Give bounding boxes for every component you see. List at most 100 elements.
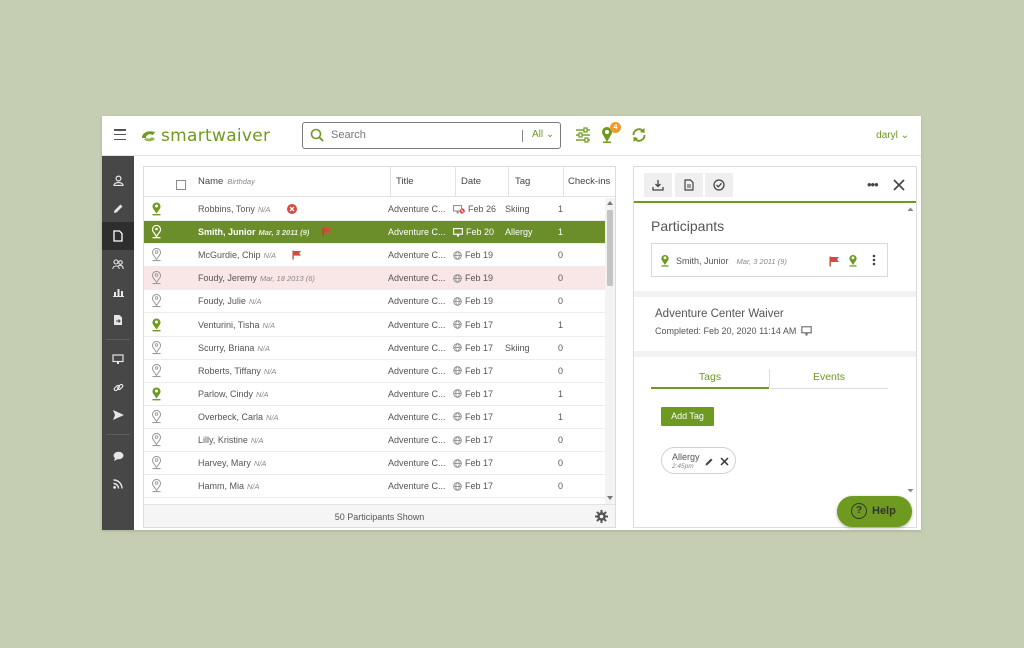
help-question-icon: ? — [851, 503, 867, 519]
refresh-icon[interactable] — [630, 126, 648, 144]
checked-in-pin-icon[interactable] — [151, 317, 162, 332]
logo-text: smartwaiver — [161, 126, 271, 146]
check-in-pin-icon[interactable] — [151, 456, 162, 470]
tab-tags[interactable]: Tags — [651, 367, 769, 389]
table-row[interactable]: Smith, Junior Mar, 3 2011 (9) Adventure C.… — [144, 221, 605, 245]
checked-in-pin-icon[interactable] — [151, 202, 162, 216]
search-input[interactable] — [331, 126, 511, 144]
check-in-pin-icon[interactable] — [151, 479, 162, 493]
waiver-title-cell: Adventure C... — [388, 342, 446, 353]
list-scrollbar[interactable] — [605, 198, 615, 504]
view-document-button[interactable] — [675, 173, 703, 197]
participant-name: Roberts, Tiffany N/A — [198, 365, 277, 376]
table-row[interactable]: McGurdie, Chip N/A Adventure C... Feb 19 0 — [144, 244, 605, 268]
table-row[interactable]: Foudy, Julie N/A Adventure C... Feb 19 0 — [144, 290, 605, 314]
sidebar-item-participants[interactable] — [102, 166, 134, 194]
flag-icon[interactable] — [322, 227, 332, 237]
edit-tag-pencil-icon[interactable] — [705, 457, 714, 466]
participant-card[interactable]: Smith, Junior Mar, 3 2011 (9) — [651, 243, 888, 277]
logo[interactable]: smartwaiver — [140, 124, 270, 148]
check-in-pin-icon[interactable] — [151, 294, 162, 308]
table-body: Robbins, Tony N/A Adventure C... Feb 26 Skii… — [144, 198, 605, 504]
tab-events[interactable]: Events — [770, 367, 888, 389]
participant-name: Venturini, Tisha N/A — [198, 319, 276, 330]
column-header-title[interactable]: Title — [396, 176, 414, 187]
check-in-pin-icon[interactable] — [151, 340, 162, 355]
flag-icon[interactable] — [292, 250, 302, 260]
date-cell: Feb 26 — [453, 204, 496, 214]
sidebar-item-feed[interactable] — [102, 470, 134, 498]
column-header-name[interactable]: Name Birthday — [198, 176, 255, 187]
table-row[interactable]: Robbins, Tony N/A Adventure C... Feb 26 Skii… — [144, 198, 605, 221]
check-in-pin-icon[interactable] — [151, 409, 162, 424]
checkin-pin-icon[interactable] — [848, 254, 858, 267]
checkin-pin-icon[interactable] — [660, 254, 670, 267]
check-in-pin-icon[interactable] — [151, 248, 162, 262]
help-button[interactable]: ? Help — [837, 496, 912, 527]
checked-in-pin-icon[interactable] — [151, 225, 162, 239]
checkins-cell: 0 — [558, 296, 564, 307]
select-all-checkbox[interactable] — [176, 180, 186, 190]
sidebar-divider — [106, 339, 130, 340]
close-icon[interactable] — [892, 178, 906, 192]
column-header-tag[interactable]: Tag — [515, 176, 530, 187]
check-in-pin-icon[interactable] — [151, 433, 162, 447]
participants-count: 50 Participants Shown — [334, 512, 425, 522]
sidebar-item-send[interactable] — [102, 401, 134, 429]
sidebar-item-edit[interactable] — [102, 194, 134, 222]
table-row[interactable]: Parlow, Cindy N/A Adventure C... Feb 17 1 — [144, 383, 605, 406]
download-button[interactable] — [644, 173, 672, 197]
participant-birthday: N/A — [266, 412, 279, 422]
more-options-icon[interactable]: ••• — [867, 177, 879, 192]
table-row[interactable]: Foudy, Jeremy Mar, 18 2013 (6) Adventure C… — [144, 267, 605, 291]
scrollbar-thumb[interactable] — [607, 210, 613, 286]
check-in-pin-icon[interactable] — [151, 363, 162, 378]
table-row[interactable]: Lilly, Kristine N/A Adventure C... Feb 17 0 — [144, 429, 605, 452]
participant-birthday: N/A — [257, 205, 271, 214]
participant-name: Foudy, Julie N/A — [198, 296, 262, 307]
filter-sliders-icon[interactable] — [574, 126, 592, 144]
table-row[interactable]: Roberts, Tiffany N/A Adventure C... Feb 17 0 — [144, 360, 605, 383]
remove-tag-close-icon[interactable] — [720, 457, 729, 466]
verify-button[interactable] — [705, 173, 733, 197]
waiver-title-cell: Adventure C... — [388, 365, 446, 376]
checked-in-pin-icon[interactable] — [151, 387, 162, 401]
participant-birthday: N/A — [250, 436, 264, 445]
hamburger-menu-icon[interactable] — [114, 129, 126, 141]
check-in-pin-icon[interactable] — [151, 271, 162, 285]
user-menu[interactable]: daryl ⌄ — [876, 130, 909, 141]
sidebar-item-kiosk[interactable] — [102, 345, 134, 373]
column-header-checkins[interactable]: Check-ins — [568, 176, 610, 187]
participant-name: Harvey, Mary N/A — [198, 458, 267, 469]
sidebar-item-groups[interactable] — [102, 250, 134, 278]
date-cell: Feb 17 — [453, 458, 493, 468]
sidebar-item-reports[interactable] — [102, 278, 134, 306]
check-circle-icon — [713, 179, 725, 191]
sidebar-item-links[interactable] — [102, 373, 134, 401]
column-header-date[interactable]: Date — [461, 176, 481, 187]
sidebar-item-export[interactable] — [102, 306, 134, 334]
globe-icon — [453, 435, 462, 445]
search-box[interactable]: All ⌄ — [302, 122, 561, 149]
gear-icon[interactable] — [595, 510, 608, 523]
waiver-title[interactable]: Adventure Center Waiver — [655, 308, 784, 320]
table-row[interactable]: Venturini, Tisha N/A Adventure C... Feb 17 1 — [144, 314, 605, 337]
kebab-menu-icon[interactable] — [872, 254, 876, 266]
scroll-up-arrow[interactable] — [607, 201, 613, 205]
globe-icon — [453, 320, 462, 329]
column-divider — [390, 167, 391, 197]
sidebar-item-waivers[interactable] — [102, 222, 134, 250]
sidebar-item-chat[interactable] — [102, 442, 134, 470]
table-row[interactable]: Hamm, Mia N/A Adventure C... Feb 17 0 — [144, 475, 605, 499]
search-scope-dropdown[interactable]: All ⌄ — [532, 129, 554, 140]
error-status-icon[interactable] — [287, 204, 297, 214]
pencil-icon — [113, 204, 122, 213]
flag-icon[interactable] — [829, 256, 840, 267]
globe-icon — [453, 389, 462, 399]
table-row[interactable]: Harvey, Mary N/A Adventure C... Feb 17 0 — [144, 452, 605, 476]
scroll-down-arrow[interactable] — [607, 496, 613, 500]
table-row[interactable]: Overbeck, Carla N/A Adventure C... Feb 17 1 — [144, 406, 605, 429]
table-row[interactable]: Scurry, Briana N/A Adventure C... Feb 17 Ski… — [144, 337, 605, 360]
add-tag-button[interactable]: Add Tag — [661, 407, 714, 426]
checkins-cell: 0 — [558, 481, 564, 492]
